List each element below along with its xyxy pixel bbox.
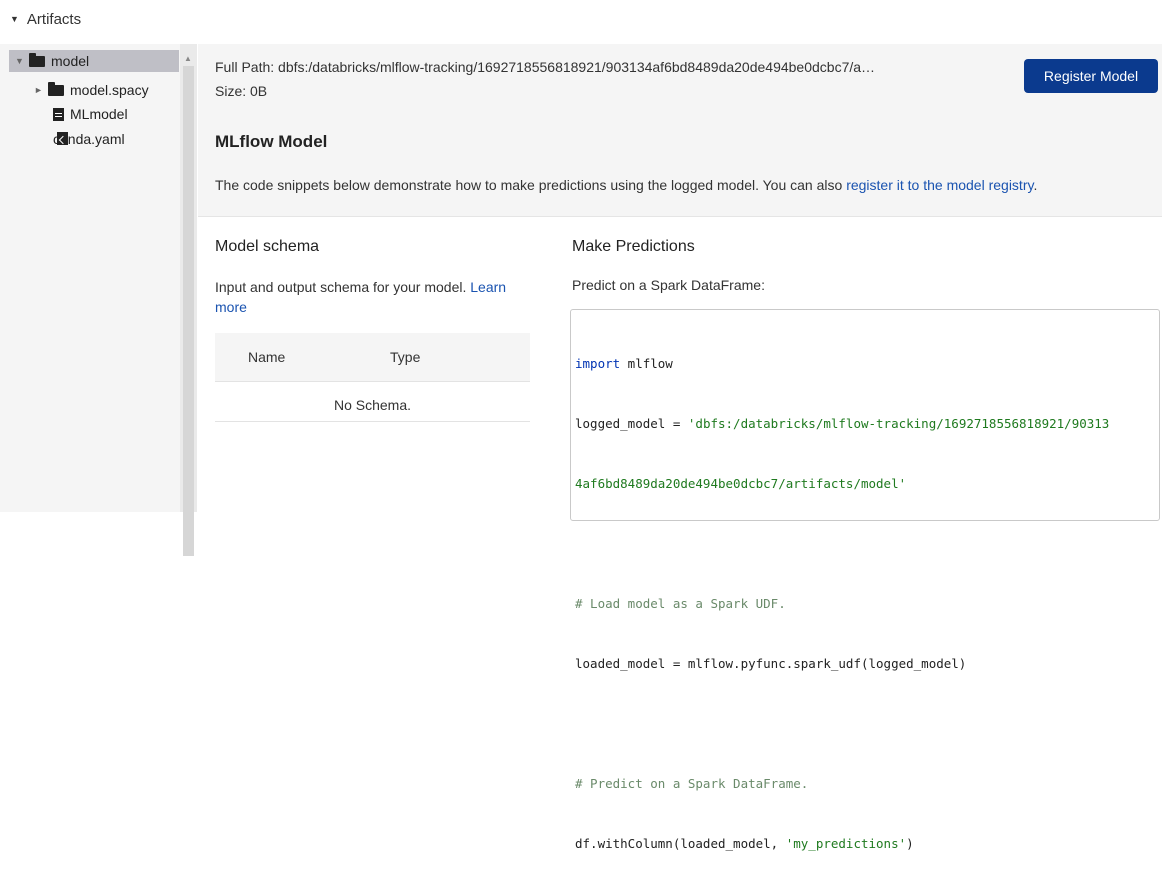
code-line: # Predict on a Spark DataFrame. <box>575 774 1109 794</box>
code-comment: # Predict on a Spark DataFrame. <box>575 776 809 791</box>
code-string: 4af6bd8489da20de494be0dcbc7/artifacts/mo… <box>575 476 907 491</box>
caret-down-icon[interactable]: ▼ <box>15 56 29 66</box>
code-text: ) <box>906 836 914 851</box>
file-icon <box>53 107 64 121</box>
tree-item-label: MLmodel <box>70 106 128 122</box>
code-line: logged_model = 'dbfs:/databricks/mlflow-… <box>575 414 1109 434</box>
code-line: df.withColumn(loaded_model, 'my_predicti… <box>575 834 1109 854</box>
tree-item-model-spacy[interactable]: ► model.spacy <box>34 79 149 101</box>
model-schema-description: Input and output schema for your model. … <box>215 277 535 317</box>
tree-item-conda-yaml[interactable]: conda.yaml <box>53 128 125 150</box>
model-schema-title: Model schema <box>215 238 320 255</box>
column-header-name: Name <box>248 349 286 365</box>
tree-item-label: model.spacy <box>70 82 149 98</box>
caret-down-icon: ▼ <box>10 14 19 24</box>
code-comment: # Load model as a Spark UDF. <box>575 596 786 611</box>
full-path: Full Path: dbfs:/databricks/mlflow-track… <box>215 59 876 75</box>
mlflow-model-intro: MLflow Model The code snippets below dem… <box>198 104 1162 217</box>
register-model-button[interactable]: Register Model <box>1024 59 1158 93</box>
code-line: import mlflow <box>575 354 1109 374</box>
code-text: mlflow <box>620 356 673 371</box>
artifact-path-bar: Full Path: dbfs:/databricks/mlflow-track… <box>198 44 1162 104</box>
code-keyword: import <box>575 356 621 371</box>
schema-table: Name Type No Schema. <box>215 333 530 422</box>
schema-table-header: Name Type <box>215 333 530 382</box>
code-line: 4af6bd8489da20de494be0dcbc7/artifacts/mo… <box>575 474 1109 494</box>
code-string: 'my_predictions' <box>785 836 907 851</box>
artifact-size: Size: 0B <box>215 83 268 99</box>
artifacts-section-header[interactable]: ▼ Artifacts <box>10 9 81 29</box>
code-line: loaded_model = mlflow.pyfunc.spark_udf(l… <box>575 654 1109 674</box>
artifacts-header-label: Artifacts <box>26 10 82 28</box>
mlflow-model-title: MLflow Model <box>215 132 328 151</box>
folder-icon <box>48 81 64 96</box>
code-text: logged_model = <box>575 416 688 431</box>
code-line: # Load model as a Spark UDF. <box>575 594 1109 614</box>
tree-item-model[interactable]: ▼ model <box>9 50 179 72</box>
folder-icon <box>29 52 45 67</box>
schema-empty-message: No Schema. <box>333 397 412 413</box>
code-block: import mlflow logged_model = 'dbfs:/data… <box>575 314 1109 894</box>
make-predictions-description: Predict on a Spark DataFrame: <box>572 277 765 293</box>
make-predictions-title: Make Predictions <box>572 238 695 255</box>
tree-scrollbar[interactable]: ▲ <box>180 44 197 556</box>
artifact-tree: ▼ model ► model.spacy MLmodel conda.yaml <box>0 44 181 512</box>
caret-right-icon[interactable]: ► <box>34 85 48 95</box>
description-end: . <box>1033 177 1038 193</box>
code-text: loaded_model = mlflow.pyfunc.spark_udf(l… <box>575 656 967 671</box>
code-string: 'dbfs:/databricks/mlflow-tracking/169271… <box>687 416 1110 431</box>
scrollbar-thumb[interactable] <box>183 66 194 556</box>
column-header-type: Type <box>390 349 421 365</box>
code-text: df.withColumn(loaded_model, <box>575 836 786 851</box>
mlflow-model-description: The code snippets below demonstrate how … <box>215 177 1037 193</box>
schema-description-text: Input and output schema for your model. <box>215 279 471 295</box>
tree-item-mlmodel[interactable]: MLmodel <box>53 103 128 125</box>
scroll-up-arrow-icon[interactable]: ▲ <box>184 54 192 63</box>
register-model-registry-link[interactable]: register it to the model registry <box>846 177 1033 193</box>
tree-item-label: model <box>51 53 90 69</box>
code-snippet[interactable]: import mlflow logged_model = 'dbfs:/data… <box>570 309 1160 851</box>
code-file-icon <box>57 132 68 145</box>
description-text: The code snippets below demonstrate how … <box>215 177 847 193</box>
